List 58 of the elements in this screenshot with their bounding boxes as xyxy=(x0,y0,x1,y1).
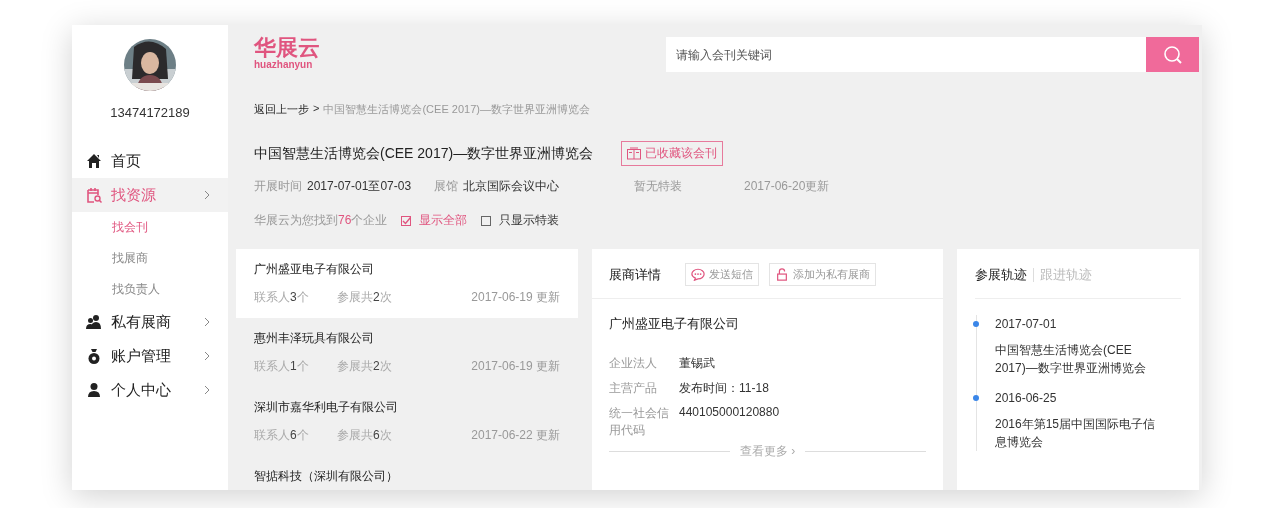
chevron-right-icon xyxy=(204,190,210,200)
person-icon xyxy=(86,382,102,398)
money-bag-icon xyxy=(86,348,102,364)
speech-bubble-icon xyxy=(691,268,705,281)
submenu-item[interactable]: 找展商 xyxy=(72,243,228,274)
info-label: 展馆 xyxy=(434,178,458,195)
chevron-right-icon xyxy=(204,317,210,327)
info-value: 2017-07-01至07-03 xyxy=(307,178,412,195)
timeline-dot xyxy=(973,395,979,401)
back-link[interactable]: 返回上一步 xyxy=(254,102,309,117)
event-name: 中国智慧生活博览会(CEE 2017)—数字世界亚洲博览会 xyxy=(995,342,1147,377)
fair-title: 中国智慧生活博览会(CEE 2017)—数字世界亚洲博览会 xyxy=(254,144,594,163)
event-name: 2016年第15届中国国际电子信息博览会 xyxy=(995,416,1157,451)
logo-subtext: huazhanyun xyxy=(254,60,314,70)
field-label: 企业法人 xyxy=(609,355,658,372)
filter-checkbox[interactable]: 只显示特装 xyxy=(481,212,560,229)
chevron-right-icon xyxy=(204,351,210,361)
menu-item[interactable]: 账户管理 xyxy=(72,339,228,373)
menu-item[interactable]: 个人中心 xyxy=(72,373,228,407)
event-date: 2016-06-25 xyxy=(995,390,1058,407)
info-value: 北京国际会议中心 xyxy=(463,178,559,195)
calendar-search-icon xyxy=(86,187,102,203)
menu-item[interactable]: 首页 xyxy=(72,144,228,178)
panel-title: 展商详情 xyxy=(609,265,661,284)
result-count: 华展云为您找到76个企业 xyxy=(254,212,388,229)
search-icon xyxy=(1162,44,1183,65)
field-value: 董锡武 xyxy=(679,355,715,372)
field-value: 440105000120880 xyxy=(679,405,780,421)
exhibitor-item[interactable]: 智掂科技（深圳有限公司） xyxy=(236,456,578,490)
exhibitor-item[interactable]: 广州盛亚电子有限公司 联系人3个 参展共2次 2017-06-19 更新 xyxy=(236,249,578,318)
checked-box-icon xyxy=(401,215,412,226)
menu-item[interactable]: 私有展商 xyxy=(72,305,228,339)
user-phone: 13474172189 xyxy=(110,105,190,120)
exhibitor-item[interactable]: 深圳市嘉华利电子有限公司 联系人6个 参展共6次 2017-06-22 更新 xyxy=(236,387,578,456)
empty-box-icon xyxy=(481,215,492,226)
info-label: 开展时间 xyxy=(254,178,302,195)
logo-text: 华展云 xyxy=(254,37,320,59)
track-tab[interactable]: 参展轨迹 xyxy=(975,266,1027,284)
search-button[interactable] xyxy=(1146,37,1199,72)
chevron-right-icon xyxy=(204,385,210,395)
exhibitor-item[interactable]: 惠州丰泽玩具有限公司 联系人1个 参展共2次 2017-06-19 更新 xyxy=(236,318,578,387)
company-name: 广州盛亚电子有限公司 xyxy=(609,315,740,333)
timeline-dot xyxy=(973,321,979,327)
people-icon xyxy=(86,314,102,330)
book-icon xyxy=(627,147,642,160)
event-date: 2017-07-01 xyxy=(995,316,1058,333)
submenu-item[interactable]: 找会刊 xyxy=(72,212,228,243)
submenu-item[interactable]: 找负责人 xyxy=(72,274,228,305)
home-icon xyxy=(86,153,102,169)
search-field[interactable]: 请输入会刊关键词 xyxy=(666,37,1146,72)
info-value: 2017-06-20更新 xyxy=(744,178,830,195)
field-label: 主营产品 xyxy=(609,380,658,397)
lock-icon xyxy=(775,268,789,281)
info-value: 暂无特装 xyxy=(634,178,682,195)
breadcrumb-separator: > xyxy=(313,102,320,116)
field-value: 发布时间：11-18 xyxy=(679,380,769,397)
breadcrumb-current: 中国智慧生活博览会(CEE 2017)—数字世界亚洲博览会 xyxy=(323,102,590,117)
field-label: 统一社会信用代码 xyxy=(609,405,670,439)
